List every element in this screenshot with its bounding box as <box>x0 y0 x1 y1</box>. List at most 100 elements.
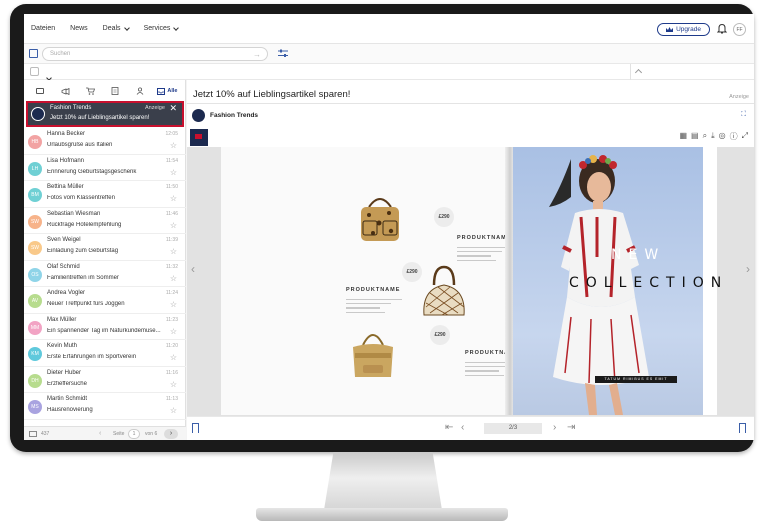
arrow-right-icon[interactable]: → <box>253 49 261 61</box>
mail-time: 11:50 <box>165 184 178 190</box>
last-page-button[interactable]: ⇥ <box>567 422 575 433</box>
list-item[interactable]: MM Max Müller Ein spannender Tag im Naturk… <box>24 314 186 340</box>
previous-page-button[interactable]: ‹ <box>99 430 101 437</box>
star-icon[interactable]: ☆ <box>170 406 177 415</box>
sender-name: Sebastian Wiesman <box>47 210 101 217</box>
envelope-icon <box>29 431 37 437</box>
price-badge: £290 <box>430 325 450 345</box>
mail-time: 11:13 <box>165 396 178 402</box>
list-item[interactable]: SW Sven Weigel Einladung zum Geburtstag 11:… <box>24 234 186 261</box>
star-icon[interactable]: ☆ <box>170 221 177 230</box>
tab-offers[interactable] <box>57 86 73 96</box>
expand-icon[interactable]: ⤢ <box>742 131 748 142</box>
star-icon[interactable]: ☆ <box>170 353 177 362</box>
sender-name: Olaf Schmid <box>47 263 80 270</box>
list-item[interactable]: MS Martin Schmidt Hausrenovierung 11:13 ☆ <box>24 393 186 420</box>
close-icon[interactable]: ✕ <box>169 103 177 114</box>
previous-page-button[interactable]: ‹ <box>461 422 464 433</box>
page-total: von 6 <box>145 431 158 437</box>
avatar: AV <box>28 294 42 308</box>
nav-deals[interactable]: Deals <box>103 24 130 32</box>
tab-documents[interactable] <box>107 86 123 96</box>
mail-subject: Erste Erfahrungen im Sportverein <box>47 354 137 360</box>
filter-tabs: Alle <box>24 84 186 98</box>
nav-label: Dateien <box>31 25 56 32</box>
sender-name: Martin Schmidt <box>47 396 88 402</box>
ad-title: Jetzt 10% auf Lieblingsartikel sparen! <box>193 89 351 100</box>
user-avatar[interactable]: FF <box>733 23 746 36</box>
list-item[interactable]: KM Kevin Muth Erste Erfahrungen im Sportve… <box>24 340 186 367</box>
chevron-down-icon <box>123 24 130 31</box>
mail-subject: Fotos vom Klassentreffen <box>47 195 115 201</box>
nav-dateien[interactable]: Dateien <box>31 25 55 32</box>
avatar-initials: KM <box>31 351 39 357</box>
avatar-initials: MM <box>30 324 40 331</box>
nav-services[interactable]: Services <box>143 24 180 32</box>
list-item[interactable]: OS Olaf Schmid Familientreffen im Sommer 11… <box>24 261 186 287</box>
tab-all[interactable]: Alle <box>157 87 178 95</box>
upgrade-button[interactable]: Upgrade <box>657 23 710 36</box>
avatar: MM <box>28 320 42 335</box>
selected-ad-item[interactable]: Fashion Trends Anzeige ✕ Jetzt 10% auf L… <box>26 101 184 127</box>
nav-news[interactable]: News <box>70 25 88 32</box>
search-icon[interactable]: ⌕ <box>703 131 707 142</box>
avatar: HB <box>28 135 42 149</box>
grid-view-icon[interactable]: ▦ <box>679 131 687 142</box>
divider <box>187 103 754 104</box>
select-all-checkbox[interactable] <box>30 67 39 76</box>
previous-page-arrow[interactable]: ‹ <box>191 262 195 276</box>
star-icon[interactable]: ☆ <box>170 194 177 203</box>
share-icon[interactable]: ◎ <box>719 131 726 142</box>
screen: Dateien News Deals Services Upgrade FF S… <box>24 14 754 440</box>
mail-time: 11:39 <box>165 237 178 243</box>
star-icon[interactable]: ☆ <box>170 327 177 336</box>
upgrade-label: Upgrade <box>676 26 701 33</box>
monitor-neck <box>324 452 442 510</box>
info-icon[interactable]: ⓘ <box>730 131 738 142</box>
bookmark-icon[interactable] <box>192 423 199 433</box>
list-item[interactable]: HB Hanna Becker Urlaubsgrüße aus Italien 12… <box>24 128 186 155</box>
mail-time: 11:16 <box>165 369 178 376</box>
monitor-stage: Dateien News Deals Services Upgrade FF S… <box>0 0 767 524</box>
list-item[interactable]: BM Bettina Müller Fotos vom Klassentreffen… <box>24 181 186 208</box>
mail-subject: Urlaubsgrüße aus Italien <box>47 142 113 148</box>
sidebar-toggle-icon[interactable] <box>29 49 38 58</box>
headline-new: NEW <box>611 247 666 263</box>
avatar-initials: BM <box>31 192 39 198</box>
mail-subject: Neuer Treffpunkt fürs Joggen <box>47 301 125 307</box>
brand-name: Fashion Trends <box>210 112 259 119</box>
fullscreen-icon[interactable]: ⛶ <box>741 111 746 119</box>
list-item[interactable]: LH Lisa Hofmann Erinnerung Geburtstagsgesc… <box>24 155 186 181</box>
chevron-up-icon[interactable] <box>634 68 643 77</box>
sender-name: Bettina Müller <box>47 184 84 190</box>
list-item[interactable]: AV Andrea Vogler Neuer Treffpunkt fürs Jog… <box>24 287 186 314</box>
nav-label: Services <box>143 25 171 32</box>
next-page-button[interactable]: › <box>553 422 556 433</box>
star-icon[interactable]: ☆ <box>170 247 177 256</box>
page-number-input[interactable]: 1 <box>128 429 140 439</box>
page-label: Seite <box>113 431 125 437</box>
list-item[interactable]: SW Sebastian Wiesman Rückfrage Hotelempfeh… <box>24 208 186 234</box>
star-icon[interactable]: ☆ <box>170 380 177 389</box>
star-icon[interactable]: ☆ <box>170 274 177 283</box>
list-item[interactable]: DH Dieter Huber Erzfieffersuche 11:16 ☆ <box>24 367 186 393</box>
star-icon[interactable]: ☆ <box>170 300 177 309</box>
sender-name: Sven Weigel <box>47 237 81 243</box>
bookmark-icon[interactable] <box>739 423 746 433</box>
search-bar-row: Suchen → <box>24 44 754 64</box>
first-page-button[interactable]: ⇤ <box>445 422 453 433</box>
page-indicator[interactable]: 2/3 <box>484 423 542 434</box>
star-icon[interactable]: ☆ <box>170 141 177 150</box>
next-page-button[interactable]: › <box>164 429 178 439</box>
tab-shopping[interactable] <box>82 86 98 96</box>
tab-social[interactable] <box>132 86 148 96</box>
next-page-arrow[interactable]: › <box>746 262 750 276</box>
tab-inbox[interactable] <box>32 86 48 96</box>
download-icon[interactable]: ⤓ <box>711 131 715 142</box>
star-icon[interactable]: ☆ <box>170 168 177 177</box>
bell-icon[interactable] <box>717 23 727 34</box>
nav-label: News <box>70 25 88 32</box>
filter-sliders-icon[interactable] <box>278 49 288 58</box>
calendar-icon[interactable]: ▤ <box>691 131 699 142</box>
search-input[interactable]: Suchen → <box>42 47 268 61</box>
